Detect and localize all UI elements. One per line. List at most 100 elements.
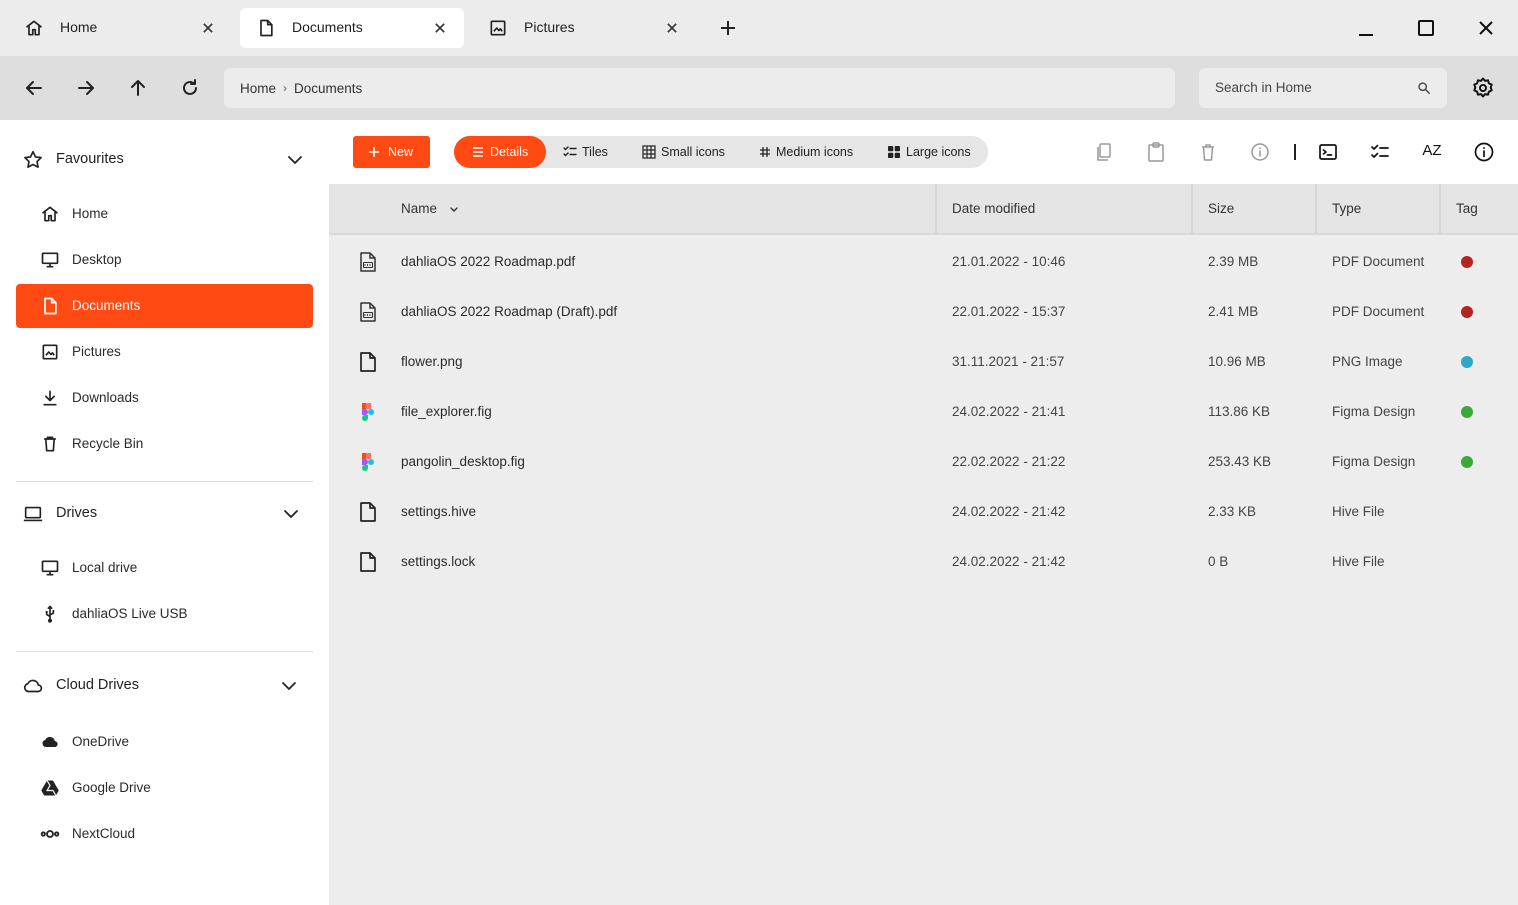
view-label: Tiles [582, 145, 608, 159]
close-icon[interactable] [662, 18, 682, 38]
sidebar-item-onedrive[interactable]: OneDrive [16, 720, 313, 764]
copy-icon[interactable] [1093, 141, 1115, 163]
sidebar-item-pictures[interactable]: Pictures [16, 330, 313, 374]
gear-icon[interactable] [1471, 76, 1495, 100]
file-type: Hive File [1332, 554, 1385, 569]
pdf-icon [360, 252, 376, 272]
back-arrow-icon[interactable] [22, 76, 46, 100]
file-size: 253.43 KB [1208, 454, 1272, 469]
column-size[interactable]: Size [1191, 184, 1315, 233]
sort-az-icon[interactable]: AZ [1419, 142, 1445, 164]
column-type[interactable]: Type [1315, 184, 1439, 233]
file-icon [360, 502, 376, 522]
file-type: Figma Design [1332, 454, 1416, 469]
sidebar-item-local-drive[interactable]: Local drive [16, 546, 313, 590]
tab-documents[interactable]: Documents [240, 8, 464, 48]
sidebar-item-label: Local drive [72, 560, 138, 575]
column-name[interactable]: Name [386, 184, 937, 233]
figma-icon [362, 453, 374, 471]
monitor-icon [41, 560, 59, 576]
tab-label: Pictures [524, 19, 575, 35]
sidebar-item-label: Pictures [72, 344, 121, 359]
star-icon [24, 150, 42, 168]
paste-icon[interactable] [1145, 141, 1167, 163]
tab-home[interactable]: Home [8, 8, 232, 48]
file-date: 21.01.2022 - 10:46 [952, 254, 1066, 269]
info-icon[interactable] [1473, 141, 1495, 163]
close-icon[interactable] [198, 18, 218, 38]
forward-arrow-icon[interactable] [74, 76, 98, 100]
cloud-drives-section-header[interactable]: Cloud Drives [16, 666, 313, 706]
maximize-icon[interactable] [1412, 14, 1440, 42]
sidebar-item-nextcloud[interactable]: NextCloud [16, 812, 313, 856]
close-icon[interactable] [430, 18, 450, 38]
sidebar-item-label: dahliaOS Live USB [72, 606, 188, 621]
column-label: Date modified [952, 201, 1036, 216]
sidebar-item-live-usb[interactable]: dahliaOS Live USB [16, 592, 313, 636]
favourites-section-header[interactable]: Favourites [16, 140, 313, 180]
select-icon[interactable] [1369, 141, 1391, 163]
window-close-icon[interactable] [1472, 14, 1500, 42]
sidebar-item-downloads[interactable]: Downloads [16, 376, 313, 420]
breadcrumb[interactable]: Home › Documents [224, 68, 1175, 108]
table-row[interactable]: file_explorer.fig 24.02.2022 - 21:41 113.8… [329, 386, 1518, 436]
file-name: dahliaOS 2022 Roadmap (Draft).pdf [401, 304, 618, 319]
sidebar-item-google-drive[interactable]: Google Drive [16, 766, 313, 810]
view-large-icons-button[interactable]: Large icons [874, 136, 984, 168]
sidebar-item-home[interactable]: Home [16, 192, 313, 236]
table-row[interactable]: settings.hive 24.02.2022 - 21:42 2.33 KB Hi… [329, 486, 1518, 536]
column-tag[interactable]: Tag [1439, 184, 1518, 233]
table-row[interactable]: pangolin_desktop.fig 22.02.2022 - 21:22 25… [329, 436, 1518, 486]
tab-bar: Home Documents Pictures [0, 0, 1518, 56]
column-label: Size [1208, 201, 1235, 216]
file-name: settings.hive [401, 504, 477, 519]
view-small-icons-button[interactable]: Small icons [632, 136, 742, 168]
file-type: Hive File [1332, 504, 1385, 519]
chevron-down-icon[interactable] [448, 203, 460, 215]
sidebar-item-documents[interactable]: Documents [16, 284, 313, 328]
new-button[interactable]: New [353, 136, 430, 168]
up-arrow-icon[interactable] [126, 76, 150, 100]
breadcrumb-item-documents[interactable]: Documents [294, 81, 362, 96]
search-input[interactable]: Search in Home [1199, 68, 1447, 108]
column-label: Type [1332, 201, 1362, 216]
drives-section-header[interactable]: Drives [16, 494, 313, 534]
table-row[interactable]: dahliaOS 2022 Roadmap.pdf 21.01.2022 - 10… [329, 236, 1518, 286]
view-tiles-button[interactable]: Tiles [550, 136, 626, 168]
view-details-button[interactable]: Details [454, 136, 546, 168]
table-row[interactable]: flower.png 31.11.2021 - 21:57 10.96 MB PNG … [329, 336, 1518, 386]
sidebar-item-desktop[interactable]: Desktop [16, 238, 313, 282]
view-medium-icons-button[interactable]: Medium icons [750, 136, 866, 168]
terminal-icon[interactable] [1317, 141, 1339, 163]
properties-icon[interactable] [1249, 141, 1271, 163]
sidebar: Favourites Home Desktop Documents Pictur… [0, 120, 329, 905]
chevron-down-icon[interactable] [285, 150, 305, 170]
tab-pictures[interactable]: Pictures [472, 8, 696, 48]
table-row[interactable]: settings.lock 24.02.2022 - 21:42 0 B Hive F… [329, 536, 1518, 586]
file-size: 2.39 MB [1208, 254, 1259, 269]
minimize-icon[interactable] [1352, 14, 1380, 42]
grid-small-icon [642, 145, 656, 159]
table-row[interactable]: dahliaOS 2022 Roadmap (Draft).pdf 22.01.2… [329, 286, 1518, 336]
column-date-modified[interactable]: Date modified [935, 184, 1191, 233]
sidebar-item-label: Home [72, 206, 109, 221]
cloud-drives-title: Cloud Drives [56, 677, 139, 693]
cloud-filled-icon [42, 736, 58, 748]
trash-icon [44, 436, 56, 452]
refresh-icon[interactable] [178, 76, 202, 100]
delete-icon[interactable] [1197, 141, 1219, 163]
sidebar-item-label: OneDrive [72, 734, 130, 749]
file-date: 22.01.2022 - 15:37 [952, 304, 1066, 319]
chevron-down-icon[interactable] [281, 504, 301, 524]
file-list: Name Date modified Size Type Tag dahliaO… [329, 184, 1518, 905]
view-label: Medium icons [776, 145, 854, 159]
breadcrumb-item-home[interactable]: Home [240, 81, 276, 96]
view-mode-group: Details Tiles Small icons Medium icons L… [454, 136, 988, 168]
chevron-down-icon[interactable] [279, 676, 299, 696]
sidebar-item-label: Desktop [72, 252, 122, 267]
search-icon[interactable] [1417, 81, 1431, 95]
sidebar-item-recycle-bin[interactable]: Recycle Bin [16, 422, 313, 466]
tab-label: Documents [292, 19, 363, 35]
column-header: Name Date modified Size Type Tag [329, 184, 1518, 235]
new-tab-icon[interactable] [716, 16, 740, 40]
